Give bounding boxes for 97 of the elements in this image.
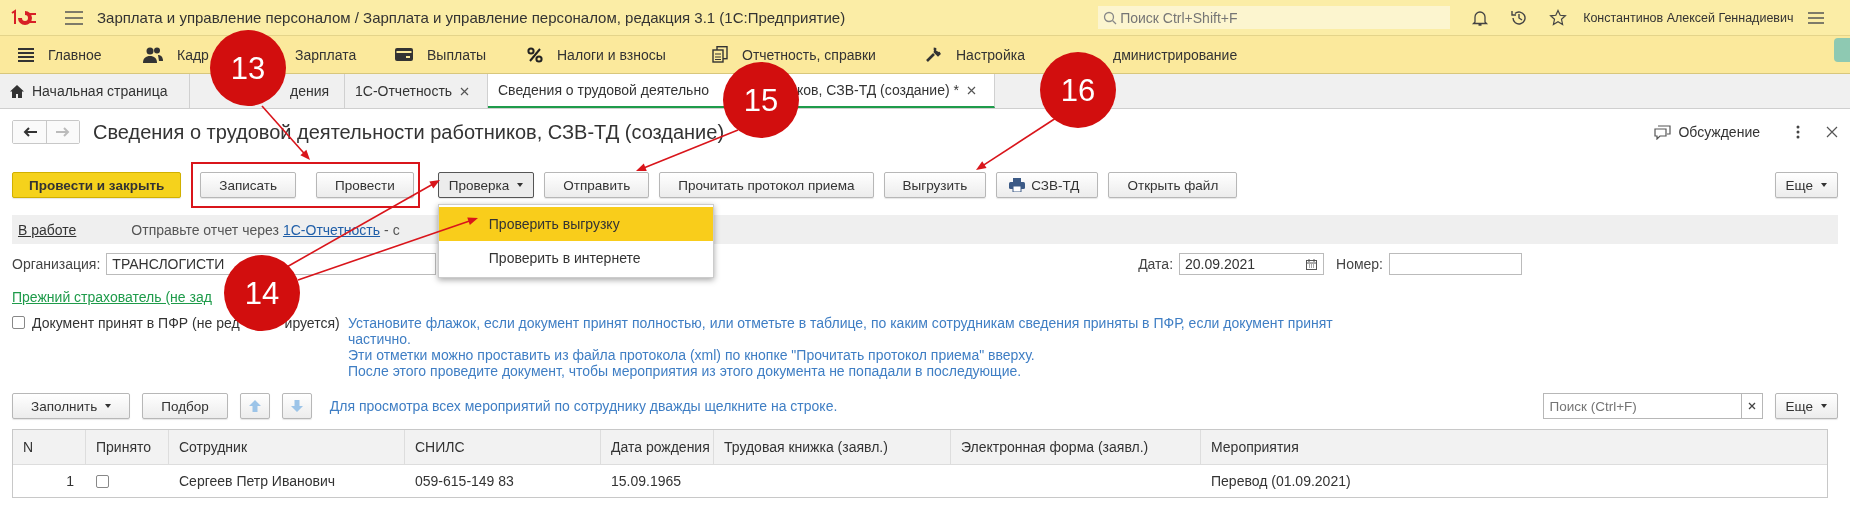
- menu-item[interactable]: Проверить в интернете: [438, 241, 713, 275]
- arrow-right-icon: [56, 127, 70, 137]
- column-header[interactable]: Электронная форма (заявл.): [951, 430, 1201, 464]
- wrench-icon: [925, 46, 942, 63]
- column-header[interactable]: СНИЛС: [405, 430, 601, 464]
- checkbox-label: Документ принят в ПФР (не ред: [32, 315, 240, 331]
- close-icon[interactable]: [460, 86, 470, 96]
- table-cell-text: Перевод (01.09.2021): [1210, 472, 1352, 491]
- table-cell-text: 15.09.1965: [610, 472, 683, 491]
- caret-icon: [1821, 183, 1827, 187]
- section-item[interactable]: Налоги и взносы: [527, 46, 666, 63]
- hint-text: Для просмотра всех мероприятий по сотруднику дважды щелкните на строке.: [329, 398, 838, 414]
- caret-icon: [1821, 404, 1827, 408]
- checkbox[interactable]: [96, 475, 109, 488]
- field-label: Номер:: [1336, 256, 1383, 272]
- date-field[interactable]: 20.09.2021: [1179, 253, 1324, 275]
- hint-text: Эти отметки можно проставить из файла протокола (xml) по кнопке "Прочитать протокол приема" вверху.: [348, 347, 1036, 363]
- column-header[interactable]: Трудовая книжка (заявл.): [714, 430, 951, 464]
- fill-button[interactable]: Заполнить: [12, 393, 131, 419]
- column-header[interactable]: Мероприятия: [1201, 430, 1826, 464]
- pick-button[interactable]: Подбор: [142, 393, 228, 419]
- toolbar-button[interactable]: Открыть файл: [1108, 172, 1238, 198]
- caret-icon: [105, 404, 112, 408]
- back-button[interactable]: [13, 121, 46, 143]
- menu-icon[interactable]: [65, 10, 83, 25]
- status-message: Отправьте отчет через: [131, 221, 279, 238]
- close-icon: [1747, 402, 1756, 410]
- post-and-close-button[interactable]: Провести и закрыть: [12, 172, 182, 198]
- toolbar-button[interactable]: Записать: [200, 172, 297, 198]
- callout-marker: 15: [723, 62, 799, 138]
- hint-text: Установите флажок, если документ принят полностью, или отметьте в таблице, по каким сотрудникам сведения приняты в ПФР, если документ принят: [348, 315, 1333, 331]
- column-header[interactable]: Дата рождения: [601, 430, 714, 464]
- move-up-button[interactable]: [239, 393, 270, 419]
- hint-text: частично.: [348, 331, 412, 347]
- check-menu-button[interactable]: Проверка: [437, 172, 535, 198]
- section-item[interactable]: Выплаты: [395, 46, 487, 63]
- more-button[interactable]: Еще: [1774, 172, 1838, 198]
- callout-marker: 13: [210, 30, 286, 106]
- section-item[interactable]: Зарплата: [295, 46, 357, 63]
- move-down-button[interactable]: [281, 393, 312, 419]
- toolbar-button[interactable]: Прочитать протокол приема: [659, 172, 874, 198]
- logo-icon: [9, 8, 37, 27]
- menu-item[interactable]: Проверить выгрузку: [438, 207, 713, 241]
- table-cell-text: 1: [65, 472, 75, 491]
- field-label: Организация:: [12, 256, 101, 272]
- hint-text: После этого проведите документ, чтобы мероприятия из этого документа не попадали в последующие.: [348, 363, 1023, 379]
- star-icon[interactable]: [1549, 8, 1568, 27]
- toolbar-button[interactable]: Отправить: [544, 172, 650, 198]
- more-vertical-icon[interactable]: [1796, 125, 1800, 139]
- percent-icon: [527, 46, 543, 63]
- chat-icon: [1654, 124, 1672, 140]
- toolbar-button[interactable]: Провести: [316, 172, 414, 198]
- checkbox-label: ируется): [284, 315, 340, 331]
- field-label: Дата:: [1138, 256, 1173, 272]
- window-title: Зарплата и управление персоналом / Зарплата и управление персоналом, редакция 3.1 (1С:Предприятие): [97, 9, 846, 26]
- arrow-left-icon: [22, 127, 37, 137]
- arrow-down-icon: [290, 400, 303, 412]
- search-field[interactable]: Поиск Ctrl+Shift+F: [1098, 6, 1451, 29]
- section-item[interactable]: Главное: [18, 46, 102, 63]
- user-name[interactable]: Константинов Алексей Геннадиевич: [1583, 10, 1794, 25]
- print-button[interactable]: СЗВ-ТД: [996, 172, 1099, 198]
- table-cell-text: Сергеев Петр Иванович: [178, 472, 337, 491]
- caret-icon: [517, 183, 524, 187]
- previous-insurer-link[interactable]: Прежний страхователь (не зад: [12, 289, 212, 305]
- clear-button[interactable]: [1740, 393, 1763, 419]
- close-icon[interactable]: [1826, 126, 1838, 138]
- people-icon: [143, 46, 163, 63]
- table-cell-text: 059-615-149 83: [414, 472, 515, 491]
- section-item[interactable]: Отчетность, справки: [712, 46, 876, 63]
- history-icon[interactable]: [1510, 8, 1529, 27]
- column-header[interactable]: Сотрудник: [169, 430, 405, 464]
- list-icon: [18, 47, 34, 62]
- checkbox[interactable]: [12, 316, 25, 329]
- toolbar-button[interactable]: Выгрузить: [883, 172, 987, 198]
- calendar-icon[interactable]: [1306, 258, 1317, 270]
- search-icon: [1103, 11, 1118, 25]
- arrow-up-icon: [248, 400, 261, 412]
- column-header[interactable]: Принято: [86, 430, 169, 464]
- section-item[interactable]: Кадр: [143, 46, 209, 63]
- close-icon[interactable]: [966, 85, 976, 95]
- status-link[interactable]: В работе: [18, 221, 77, 238]
- more-button[interactable]: Еще: [1774, 393, 1838, 419]
- status-message: - с: [384, 221, 400, 238]
- home-icon: [10, 84, 24, 98]
- menu-icon[interactable]: [1808, 9, 1825, 26]
- tab[interactable]: дения: [290, 83, 330, 99]
- column-header[interactable]: N: [13, 430, 86, 464]
- side-panel-handle[interactable]: [1834, 38, 1850, 62]
- bell-icon[interactable]: [1471, 8, 1490, 27]
- number-field[interactable]: [1389, 253, 1522, 275]
- discussion-button[interactable]: Обсуждение: [1648, 123, 1766, 141]
- section-item[interactable]: Настройка: [925, 46, 1025, 63]
- documents-icon: [712, 46, 728, 63]
- printer-icon: [1009, 178, 1026, 192]
- tab[interactable]: Начальная страница: [0, 74, 190, 108]
- search-field[interactable]: Поиск (Ctrl+F): [1542, 393, 1741, 419]
- card-icon: [395, 48, 413, 61]
